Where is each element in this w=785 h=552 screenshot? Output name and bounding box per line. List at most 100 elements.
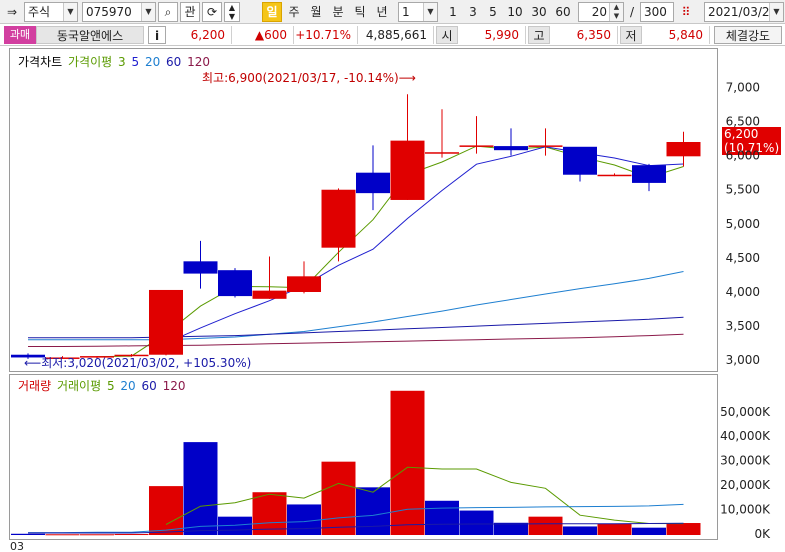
price-y-tick-label: 5,000: [726, 217, 760, 231]
price-y-tick-label: 3,500: [726, 319, 760, 333]
volume-y-tick-label: 30,000K: [720, 454, 771, 468]
candle-body-03/19: [459, 145, 494, 147]
volume-bar-03/18: [425, 500, 459, 535]
price-y-tick-label: 7,000: [726, 80, 760, 94]
gwan-button[interactable]: 관: [180, 2, 200, 22]
count-total-input[interactable]: 300: [640, 2, 674, 22]
warning-badge: 과매: [4, 26, 36, 44]
volume-bar-03/16: [356, 487, 390, 535]
refresh-icon[interactable]: ⟳: [202, 2, 222, 22]
minute-select-value: 1: [402, 5, 410, 19]
count-value: 20: [591, 5, 607, 19]
open-label: 시: [436, 26, 458, 44]
date-value: 2021/03/29: [708, 5, 778, 19]
candle-body-03/22: [494, 146, 528, 151]
quote-bar: 과매 동국알앤에스 i 6,200 ▲600 +10.71% 4,885,661…: [0, 24, 785, 46]
volume-bar-03/29: [666, 523, 701, 535]
low-label: 저: [620, 26, 642, 44]
pin-icon[interactable]: ⇒: [2, 2, 22, 22]
legend-ma-20: 20: [144, 55, 161, 69]
updown-stepper-icon[interactable]: ▲ ▼: [224, 2, 240, 22]
period-day-button[interactable]: 일: [262, 2, 282, 22]
trade-volume: 4,885,661: [358, 26, 434, 44]
market-select[interactable]: 주식 ▼: [24, 2, 78, 22]
candle-body-03/24: [563, 146, 597, 175]
stock-name: 동국알앤에스: [36, 26, 144, 44]
volume-bar-03/23: [528, 516, 563, 535]
candle-body-03/11: [252, 290, 287, 299]
volume-bar-03/22: [494, 522, 528, 535]
last-price-tag-value: 6,200: [724, 127, 759, 141]
price-ma-60-line: [28, 316, 684, 339]
candle-body-03/23: [528, 145, 563, 147]
code-input[interactable]: 075970 ▼: [82, 2, 156, 22]
count-separator: /: [629, 5, 635, 19]
chevron-down-icon: ▼: [769, 3, 783, 21]
price-y-tick-label: 5,500: [726, 183, 760, 197]
candle-body-03/15: [321, 189, 356, 248]
volume-y-tick-label: 10,000K: [720, 503, 771, 517]
price-chart-svg[interactable]: [10, 49, 717, 371]
price-ma-3-line: [96, 145, 684, 358]
volume-chart-svg[interactable]: [10, 375, 717, 539]
last-price-tag-rate: (10.71%): [724, 141, 780, 155]
volume-bar-03/17: [390, 390, 425, 535]
price-y-tick-label: 3,000: [726, 353, 760, 367]
candle-body-03/26: [632, 165, 666, 183]
volume-bar-03/04: [80, 534, 114, 536]
market-select-value: 주식: [28, 5, 51, 19]
date-picker[interactable]: 2021/03/29 ▼: [704, 2, 784, 22]
minute-preset-30[interactable]: 30: [528, 2, 550, 22]
period-year-button[interactable]: 년: [372, 2, 392, 22]
minute-preset-10[interactable]: 10: [504, 2, 526, 22]
count-total-value: 300: [644, 5, 667, 19]
volume-y-tick-label: 40,000K: [720, 429, 771, 443]
volume-ma-5-line: [165, 466, 684, 525]
volume-bar-03/02: [11, 533, 45, 535]
legend-volume-ma-title: 거래이평: [56, 379, 102, 393]
legend-price-ma-title: 가격이평: [68, 55, 113, 69]
price-y-tick-label: 4,000: [726, 285, 760, 299]
volume-bar-03/24: [563, 526, 597, 535]
volume-y-tick-label: 50,000K: [720, 405, 771, 419]
period-week-button[interactable]: 주: [284, 2, 304, 22]
info-button[interactable]: i: [148, 26, 166, 44]
minute-preset-3[interactable]: 3: [464, 2, 482, 22]
volume-bar-03/26: [632, 527, 666, 535]
price-ma-120-line: [28, 333, 684, 347]
count-stepper[interactable]: 20 ▲ ▼: [578, 2, 624, 22]
strength-button[interactable]: 체결강도: [714, 26, 782, 44]
current-price: 6,200: [170, 26, 232, 44]
minute-select[interactable]: 1 ▼: [398, 2, 438, 22]
minute-preset-60[interactable]: 60: [552, 2, 574, 22]
minute-preset-1[interactable]: 1: [444, 2, 462, 22]
chevron-down-icon: ▼: [141, 3, 155, 21]
price-legend: 가격차트 가격이평 3 5 20 60 120: [18, 53, 212, 70]
grid-settings-icon[interactable]: ⠿: [676, 2, 696, 22]
period-month-button[interactable]: 월: [306, 2, 326, 22]
search-icon[interactable]: ⌕: [158, 2, 178, 22]
high-price: 6,350: [550, 26, 618, 44]
legend-ma-60: 60: [166, 55, 182, 69]
volume-bar-03/25: [597, 524, 632, 535]
volume-chart-panel[interactable]: 거래량 거래이평 5 20 60 120: [9, 374, 718, 540]
x-axis-label: 03: [10, 540, 24, 552]
volume-bar-03/12: [287, 504, 321, 535]
candle-body-03/25: [597, 174, 632, 177]
high-annotation: 최고:6,900(2021/03/17, -10.14%)⟶: [202, 71, 416, 85]
legend-ma-5: 5: [131, 55, 140, 69]
chevron-down-icon: ▼: [63, 3, 77, 21]
legend-vma-5: 5: [106, 379, 115, 393]
period-tick-button[interactable]: 틱: [350, 2, 370, 22]
price-chart-panel[interactable]: 가격차트 가격이평 3 5 20 60 120 최고:6,900(2021/03…: [9, 48, 782, 372]
period-minute-button[interactable]: 분: [328, 2, 348, 22]
candle-body-03/29: [666, 142, 701, 157]
last-price-tag: 6,200 (10.71%): [722, 127, 782, 155]
legend-vma-60: 60: [141, 379, 157, 393]
candle-body-03/09: [183, 261, 218, 274]
minute-preset-5[interactable]: 5: [484, 2, 502, 22]
candle-body-03/12: [287, 276, 321, 292]
legend-ma-3: 3: [118, 55, 126, 69]
legend-vma-20: 20: [120, 379, 136, 393]
volume-legend: 거래량 거래이평 5 20 60 120: [18, 377, 188, 394]
